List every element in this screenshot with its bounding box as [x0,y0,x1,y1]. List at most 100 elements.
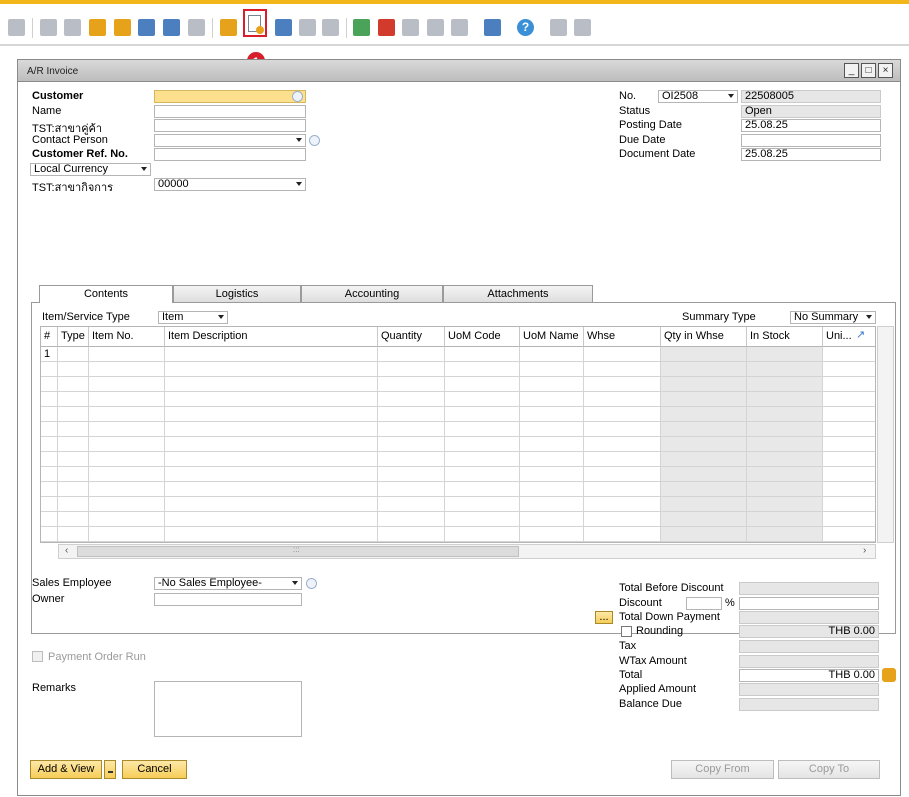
table-cell[interactable] [747,437,823,452]
table-cell[interactable] [661,512,747,527]
table-row[interactable] [41,377,875,392]
table-cell[interactable] [58,452,89,467]
table-cell[interactable] [823,527,875,542]
table-cell[interactable] [165,512,378,527]
table-row[interactable] [41,452,875,467]
table-cell[interactable] [661,527,747,542]
table-cell[interactable] [520,347,584,362]
posting-date-field[interactable]: 25.08.25 [741,119,881,132]
table-cell[interactable] [823,512,875,527]
table-row[interactable] [41,422,875,437]
previous-record-icon[interactable] [40,19,57,36]
table-cell[interactable] [520,422,584,437]
table-cell[interactable] [584,512,661,527]
close-icon[interactable]: × [878,63,893,78]
table-cell[interactable] [584,452,661,467]
table-cell[interactable] [661,362,747,377]
table-cell[interactable] [747,482,823,497]
payment-order-run-checkbox[interactable] [32,651,43,662]
table-row[interactable] [41,362,875,377]
table-cell[interactable] [520,362,584,377]
table-cell[interactable] [584,392,661,407]
due-date-field[interactable] [741,134,881,147]
table-cell[interactable] [89,377,165,392]
table-cell[interactable] [584,347,661,362]
document-date-field[interactable]: 25.08.25 [741,148,881,161]
settings-icon[interactable] [550,19,567,36]
tab-contents[interactable]: Contents [39,285,173,303]
table-cell[interactable] [520,527,584,542]
table-cell[interactable] [747,452,823,467]
table-cell[interactable] [747,467,823,482]
table-cell[interactable] [165,362,378,377]
table-cell[interactable] [823,347,875,362]
tab-attachments[interactable]: Attachments [443,285,593,302]
table-cell[interactable] [89,362,165,377]
table-cell[interactable] [378,512,445,527]
table-cell[interactable] [520,512,584,527]
sales-employee-info-icon[interactable] [306,578,317,589]
grid-horizontal-scrollbar[interactable]: ‹ ::: › [58,544,876,559]
minimize-icon[interactable]: _ [844,63,859,78]
table-cell[interactable] [89,452,165,467]
table-row[interactable] [41,467,875,482]
table-cell[interactable] [661,347,747,362]
table-cell[interactable] [823,452,875,467]
reply-message-icon[interactable] [322,19,339,36]
message-icon[interactable] [299,19,316,36]
table-cell[interactable] [823,497,875,512]
table-row[interactable] [41,527,875,542]
customer-field[interactable] [154,90,306,103]
discount-percent-field[interactable] [686,597,722,610]
table-cell[interactable] [747,497,823,512]
table-cell[interactable] [58,362,89,377]
table-cell[interactable] [445,377,520,392]
table-cell[interactable] [378,482,445,497]
owner-field[interactable] [154,593,302,606]
table-cell[interactable] [89,527,165,542]
table-cell[interactable] [520,407,584,422]
relationship-map-icon[interactable] [427,19,444,36]
table-cell[interactable] [378,377,445,392]
table-cell[interactable] [445,362,520,377]
currency-coins-icon[interactable] [882,668,896,682]
print-settings-icon[interactable] [574,19,591,36]
table-cell[interactable] [661,377,747,392]
table-cell[interactable] [823,467,875,482]
table-cell[interactable] [378,497,445,512]
table-cell[interactable] [520,392,584,407]
copy-to-button[interactable]: Copy To [778,760,880,779]
table-cell[interactable] [58,482,89,497]
table-cell[interactable] [520,377,584,392]
table-cell[interactable] [378,392,445,407]
column-header[interactable]: Item Description [165,327,378,347]
table-cell[interactable] [58,392,89,407]
add-options-button[interactable] [104,760,116,779]
rounding-checkbox[interactable] [621,626,632,637]
table-cell[interactable] [520,452,584,467]
maximize-icon[interactable]: □ [861,63,876,78]
table-cell[interactable] [89,467,165,482]
column-header[interactable]: Qty in Whse [661,327,747,347]
column-header[interactable]: UoM Name [520,327,584,347]
table-cell[interactable] [378,407,445,422]
table-cell[interactable] [584,497,661,512]
table-cell[interactable] [584,437,661,452]
table-cell[interactable] [378,362,445,377]
tab-accounting[interactable]: Accounting [301,285,443,302]
table-cell[interactable] [520,467,584,482]
column-header[interactable]: Uni... [823,327,875,347]
table-cell[interactable] [584,377,661,392]
table-cell[interactable] [165,437,378,452]
table-cell[interactable] [661,422,747,437]
discount-amount-field[interactable] [739,597,879,610]
grid-vertical-scrollbar[interactable] [877,326,894,543]
table-cell[interactable] [58,437,89,452]
help-icon[interactable]: ? [517,19,534,36]
filter-icon[interactable] [188,19,205,36]
send-email-icon[interactable] [378,19,395,36]
table-row[interactable] [41,437,875,452]
gross-profit-icon[interactable] [138,19,155,36]
table-cell[interactable] [823,407,875,422]
tab-logistics[interactable]: Logistics [173,285,301,302]
